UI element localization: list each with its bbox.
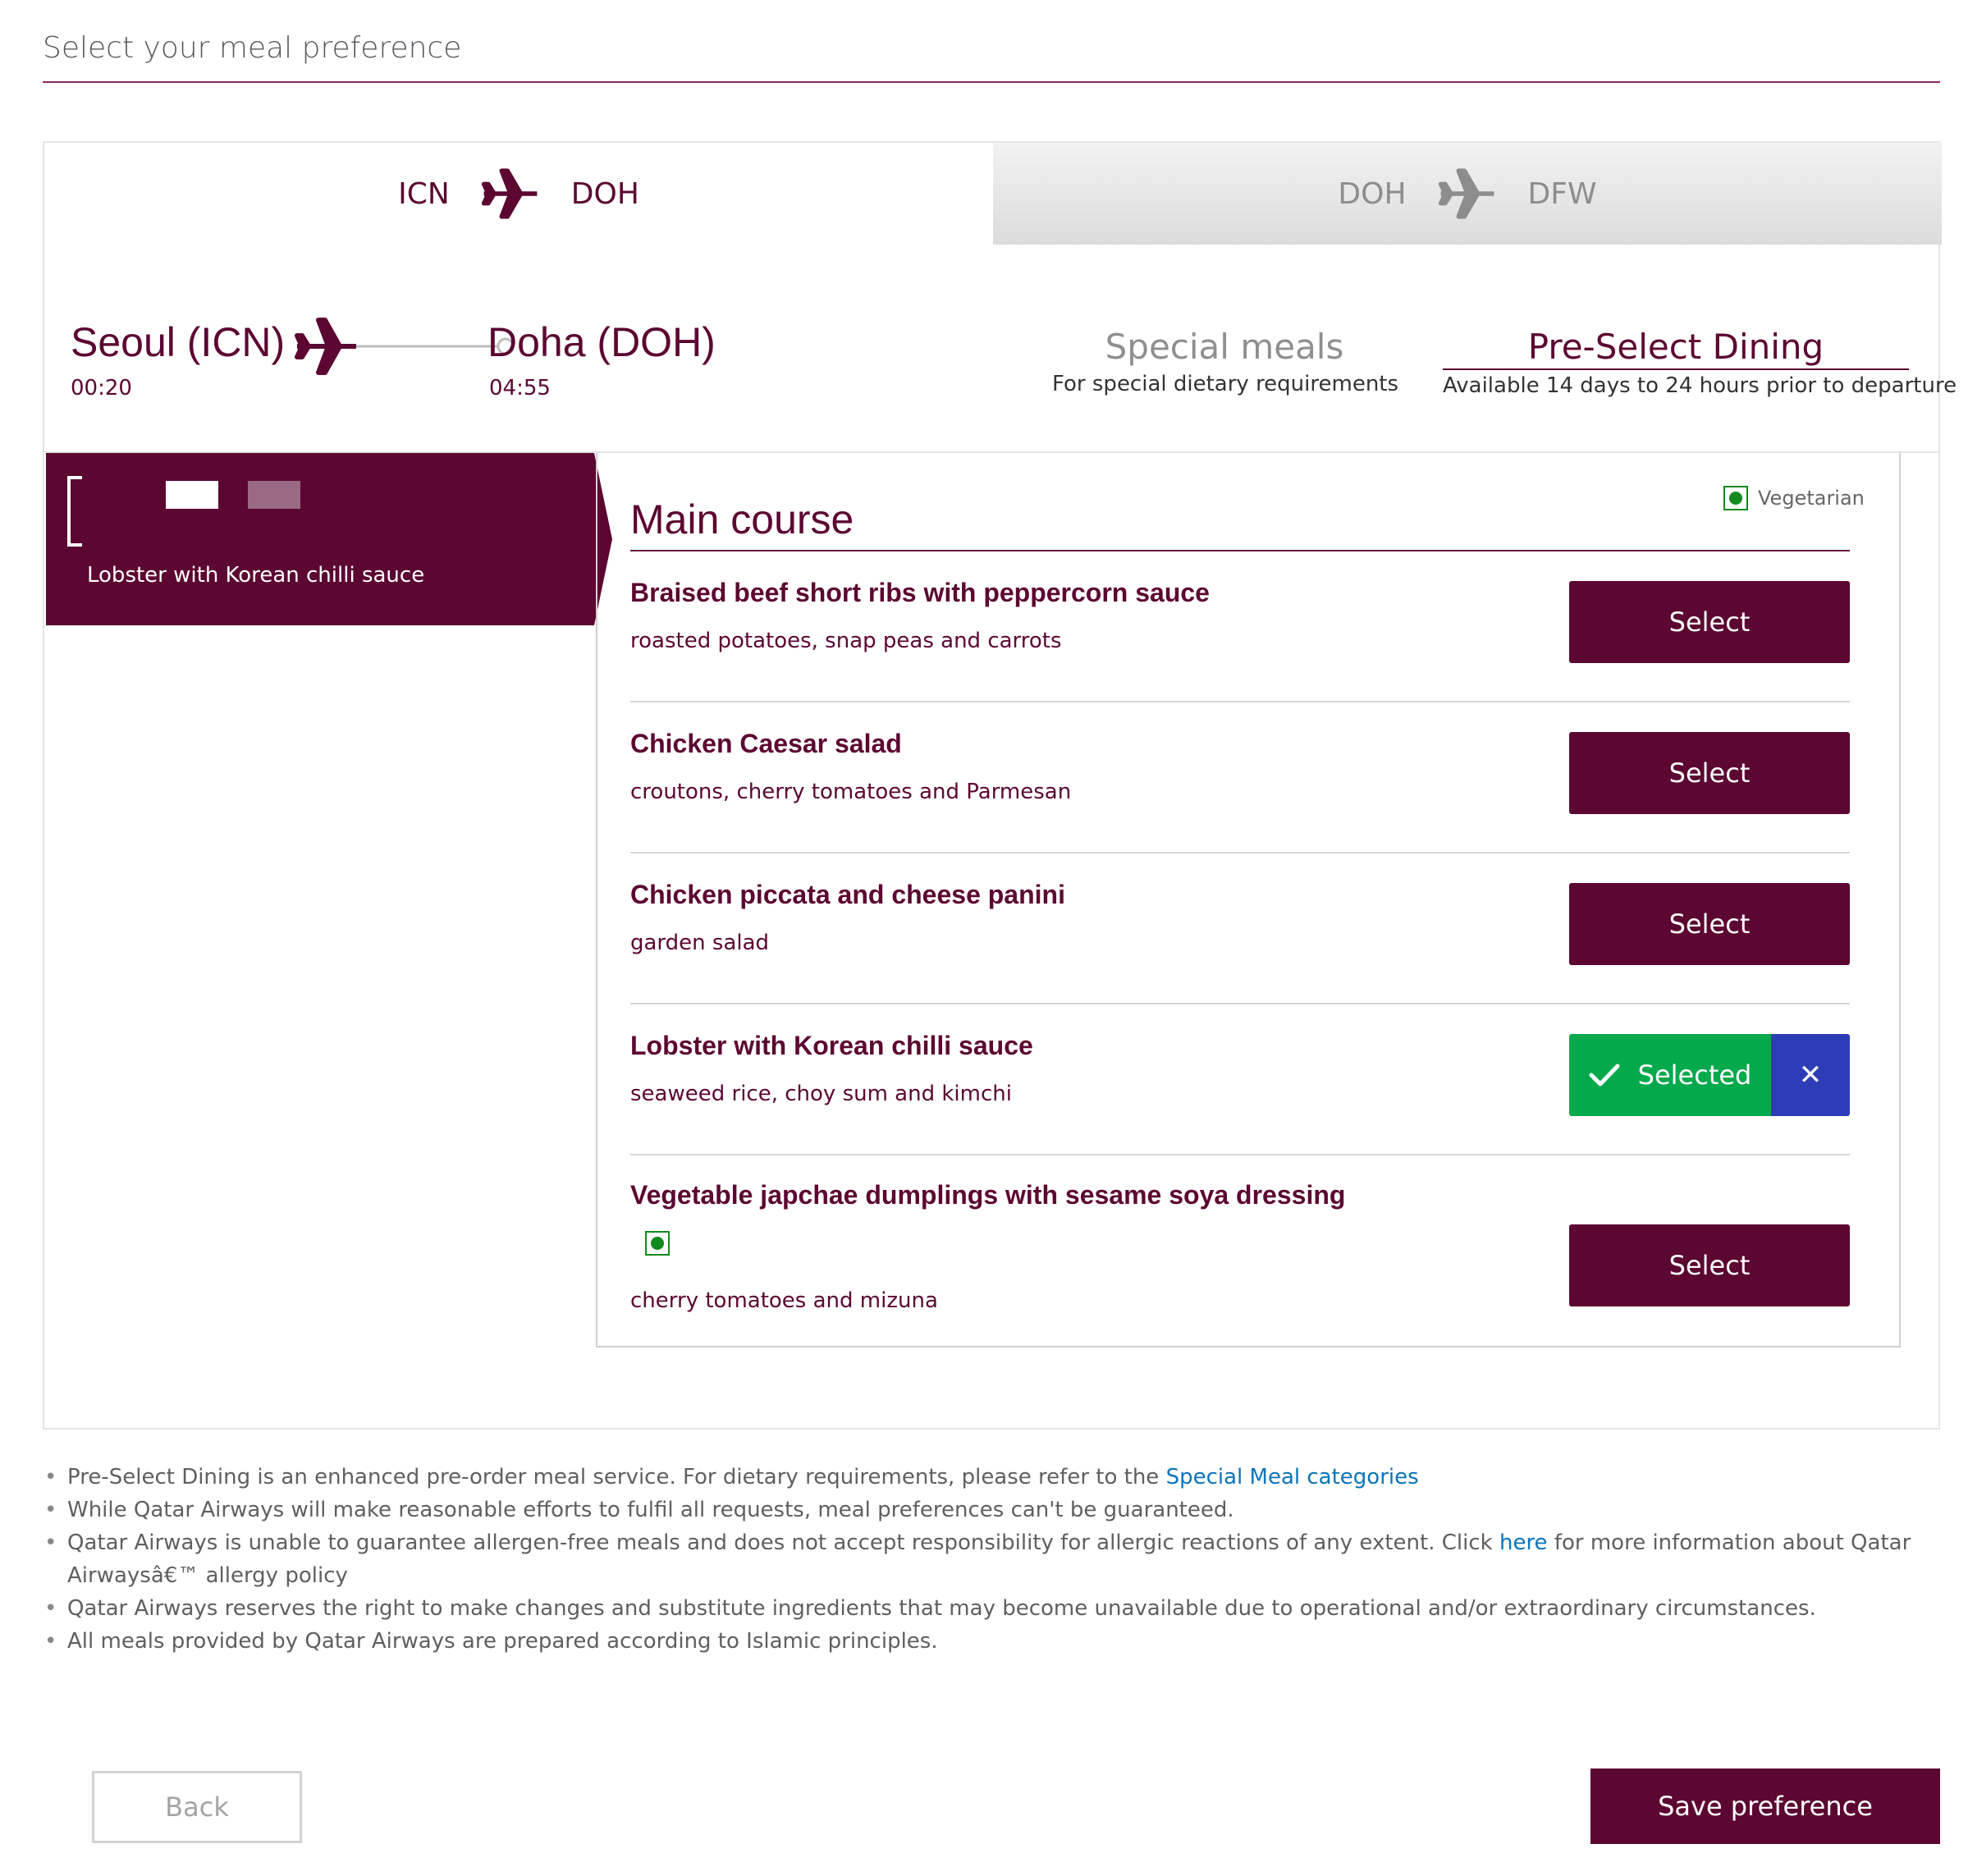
course-bracket-icon: [67, 476, 82, 547]
destination-city: Doha (DOH): [487, 319, 716, 365]
note-item: All meals provided by Qatar Airways are …: [43, 1625, 1930, 1658]
select-button[interactable]: Select: [1569, 732, 1850, 814]
tab-subtitle: For special dietary requirements: [1052, 372, 1399, 396]
save-preference-button[interactable]: Save preference: [1590, 1768, 1940, 1844]
dish-name: Vegetable japchae dumplings with sesame …: [630, 1180, 1346, 1210]
special-meal-categories-link[interactable]: Special Meal categories: [1166, 1465, 1419, 1489]
select-button[interactable]: Select: [1569, 1224, 1850, 1306]
checkmark-icon: [1589, 1064, 1620, 1087]
tab-pre-select-dining[interactable]: Pre-Select Dining Available 14 days to 2…: [1443, 327, 1957, 398]
meal-card: ICN DOH DOH DFW Seoul (ICN) Doha (DOH) 0…: [43, 141, 1957, 1430]
dish-name: Chicken Caesar salad: [630, 729, 902, 758]
back-button[interactable]: Back: [92, 1771, 302, 1843]
note-item: Pre-Select Dining is an enhanced pre-ord…: [43, 1461, 1930, 1494]
note-text: Pre-Select Dining is an enhanced pre-ord…: [67, 1465, 1166, 1489]
departure-time: 00:20: [71, 376, 132, 400]
select-button[interactable]: Select: [1569, 883, 1850, 965]
arrival-time: 04:55: [489, 376, 551, 400]
origin-city: Seoul (ICN): [71, 319, 286, 365]
close-icon: ✕: [1798, 1059, 1823, 1091]
dish-description: garden salad: [630, 931, 770, 955]
dish-description: cherry tomatoes and mizuna: [630, 1288, 938, 1313]
note-text: Qatar Airways is unable to guarantee all…: [67, 1531, 1499, 1555]
note-item: Qatar Airways is unable to guarantee all…: [43, 1526, 1930, 1592]
terms-notes: Pre-Select Dining is an enhanced pre-ord…: [43, 1461, 1930, 1658]
vegetarian-legend: Vegetarian: [1723, 486, 1865, 510]
leg-tab-doh-dfw[interactable]: DOH DFW: [993, 143, 1942, 245]
dish-row: Vegetable japchae dumplings with sesame …: [630, 1155, 1850, 1344]
dish-name: Chicken piccata and cheese panini: [630, 880, 1065, 909]
dish-name: Braised beef short ribs with peppercorn …: [630, 578, 1210, 607]
selected-dish-label: Lobster with Korean chilli sauce: [87, 563, 425, 588]
tab-title: Pre-Select Dining: [1443, 327, 1909, 370]
dish-description: roasted potatoes, snap peas and carrots: [630, 629, 1062, 653]
leg-destination: DOH: [570, 176, 639, 211]
route-plane-icon: [295, 318, 514, 375]
leg-origin: DOH: [1338, 176, 1407, 211]
dish-row-selected: Lobster with Korean chilli sauce seaweed…: [630, 1004, 1850, 1155]
allergy-policy-link[interactable]: here: [1499, 1531, 1548, 1555]
vegetarian-legend-label: Vegetarian: [1758, 487, 1865, 510]
dish-row: Chicken piccata and cheese panini garden…: [630, 853, 1850, 1004]
remove-selection-button[interactable]: ✕: [1771, 1034, 1850, 1116]
tab-subtitle: Available 14 days to 24 hours prior to d…: [1443, 373, 1957, 398]
course-title: Main course: [630, 496, 854, 542]
select-button[interactable]: Select: [1569, 581, 1850, 663]
note-item: While Qatar Airways will make reasonable…: [43, 1494, 1930, 1526]
course-indicator: [166, 481, 218, 509]
dish-name: Lobster with Korean chilli sauce: [630, 1031, 1033, 1060]
course-indicator: [248, 481, 300, 509]
vegetarian-icon: [1723, 486, 1748, 510]
leg-destination: DFW: [1527, 176, 1597, 211]
plane-icon: [1438, 168, 1494, 219]
selected-button[interactable]: Selected: [1569, 1034, 1771, 1116]
menu-panel: Vegetarian Main course Braised beef shor…: [596, 453, 1901, 1348]
leg-tab-icn-doh[interactable]: ICN DOH: [44, 143, 993, 245]
plane-icon: [481, 168, 538, 219]
leg-origin: ICN: [398, 176, 450, 211]
selected-label: Selected: [1637, 1059, 1752, 1091]
dish-description: seaweed rice, choy sum and kimchi: [630, 1082, 1012, 1106]
selected-control: Selected ✕: [1569, 1034, 1850, 1116]
dish-row: Braised beef short ribs with peppercorn …: [630, 551, 1850, 702]
vegetarian-icon: [645, 1231, 670, 1256]
note-item: Qatar Airways reserves the right to make…: [43, 1592, 1930, 1625]
dish-description: croutons, cherry tomatoes and Parmesan: [630, 780, 1072, 804]
title-divider: [43, 81, 1940, 83]
course-nav-main[interactable]: Lobster with Korean chilli sauce: [46, 453, 612, 625]
tab-title: Special meals: [1105, 327, 1344, 367]
tab-special-meals[interactable]: Special meals For special dietary requir…: [1052, 327, 1399, 396]
page-title: Select your meal preference: [43, 31, 462, 65]
dish-row: Chicken Caesar salad croutons, cherry to…: [630, 702, 1850, 853]
